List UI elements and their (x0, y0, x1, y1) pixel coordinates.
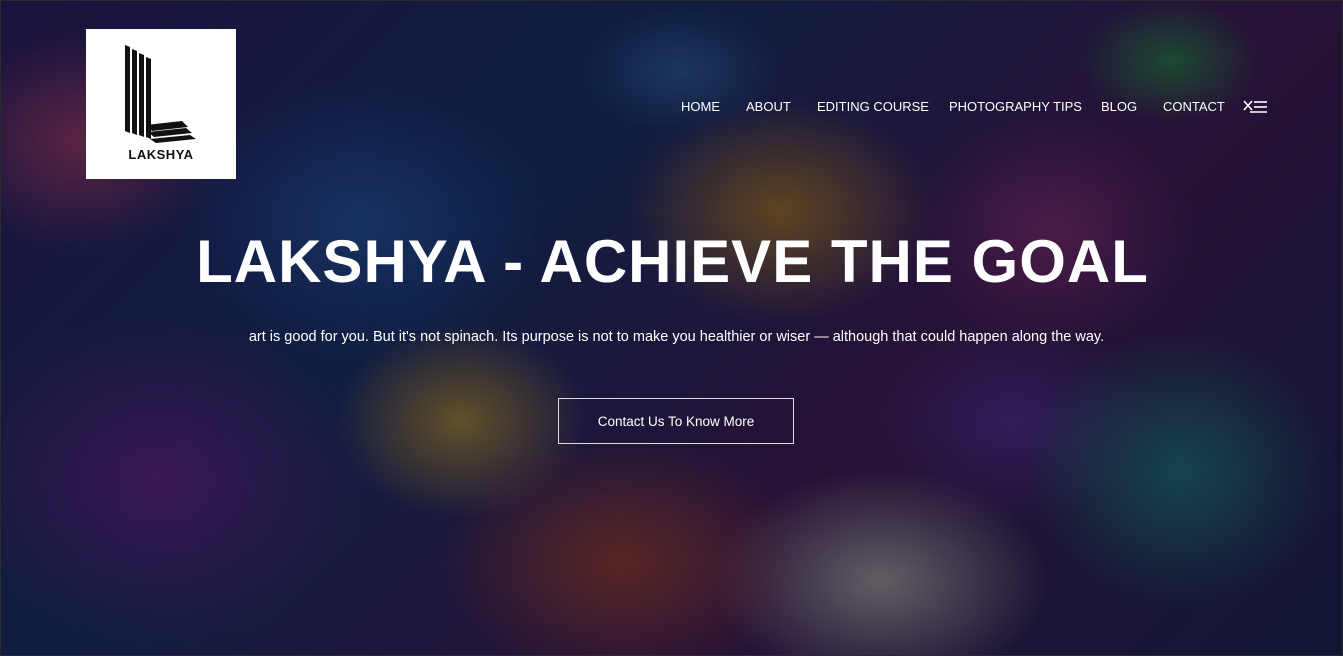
hamburger-menu-icon[interactable] (1242, 98, 1268, 116)
nav-item-contact[interactable]: CONTACT (1163, 99, 1225, 114)
site-logo[interactable]: LAKSHYA (86, 29, 236, 179)
nav-item-photography-tips[interactable]: PHOTOGRAPHY TIPS (949, 99, 1082, 114)
hero-title: LAKSHYA - ACHIEVE THE GOAL (196, 228, 1149, 295)
hero-section: LAKSHYA HOME ABOUT EDITING COURSE PHOTOG… (0, 0, 1343, 656)
hero-subtitle: art is good for you. But it's not spinac… (248, 329, 1105, 345)
logo-text: LAKSHYA (128, 147, 194, 162)
nav-item-editing-course[interactable]: EDITING COURSE (817, 99, 929, 114)
nav-item-home[interactable]: HOME (681, 99, 720, 114)
nav-item-about[interactable]: ABOUT (746, 99, 791, 114)
nav-item-blog[interactable]: BLOG (1101, 99, 1137, 114)
contact-us-button[interactable]: Contact Us To Know More (558, 398, 794, 444)
